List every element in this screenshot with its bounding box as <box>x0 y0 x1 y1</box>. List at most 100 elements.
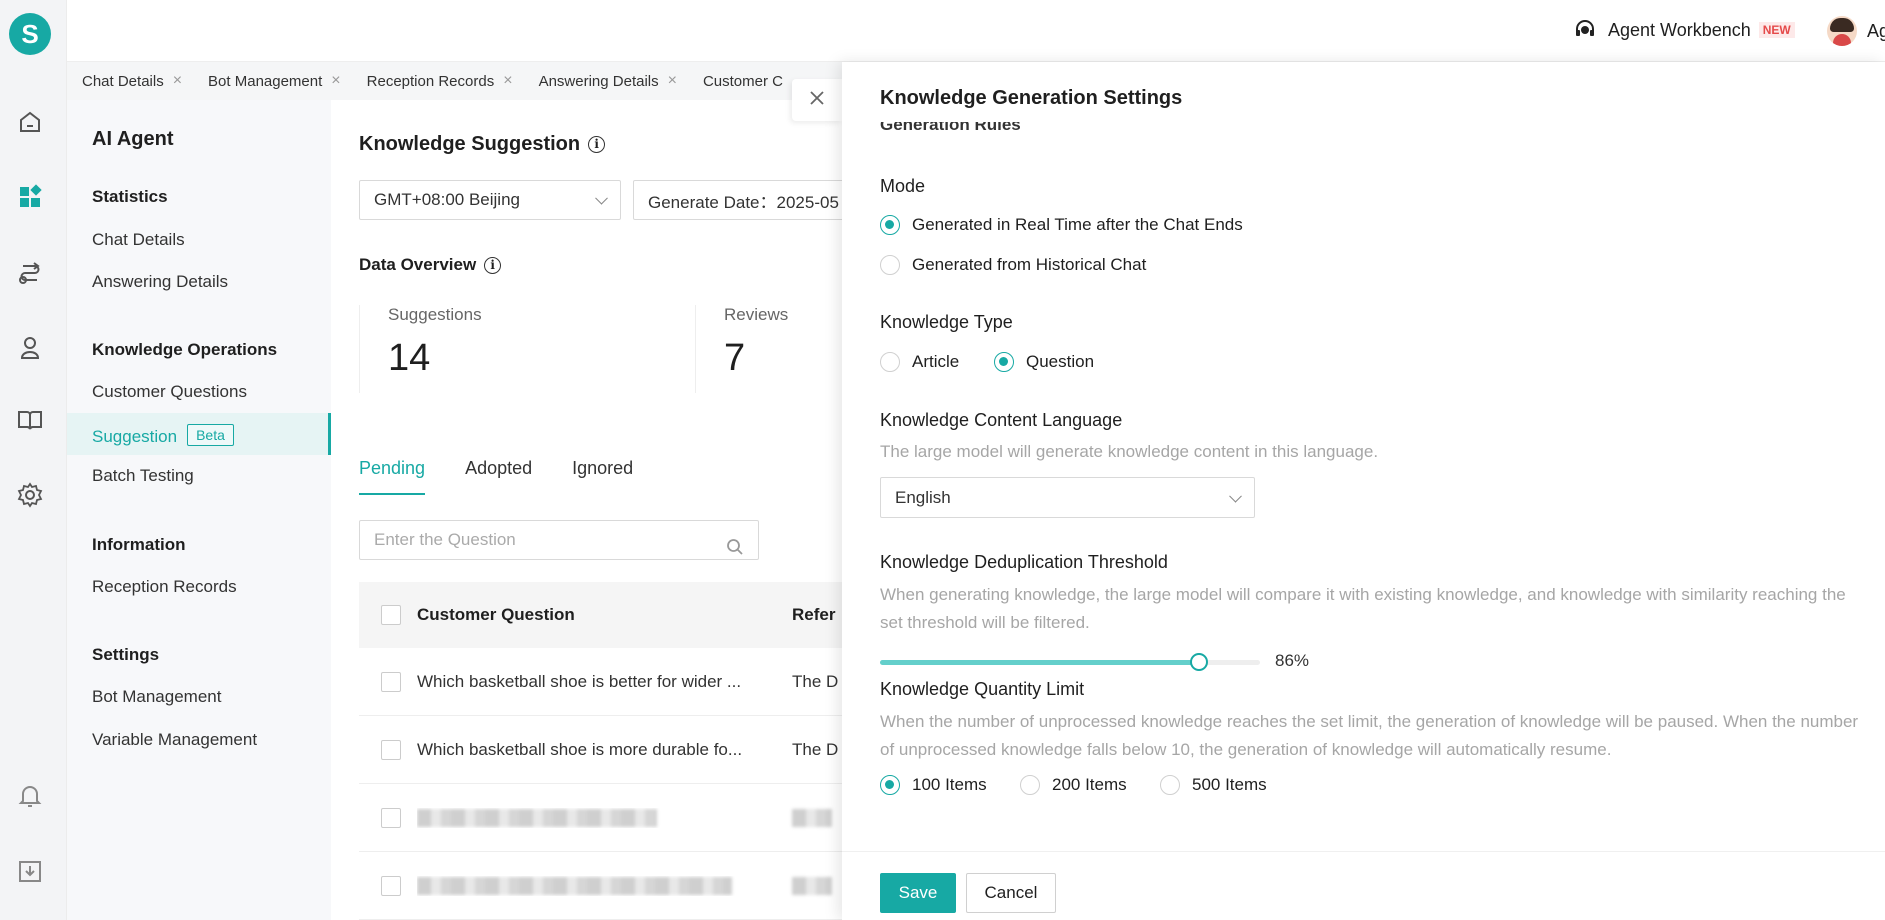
radio-circle <box>1160 775 1180 795</box>
column-customer-question: Customer Question <box>417 605 575 624</box>
close-icon[interactable]: × <box>503 72 512 90</box>
content-language-label: Knowledge Content Language <box>880 410 1123 430</box>
timezone-select[interactable]: GMT+08:00 Beijing <box>359 180 621 220</box>
row-reference-redacted <box>792 876 832 896</box>
radio-label: 100 Items <box>912 775 987 794</box>
stat-value: 7 <box>724 337 746 379</box>
timezone-value: GMT+08:00 Beijing <box>374 190 520 209</box>
question-search-input[interactable]: Enter the Question <box>359 520 759 560</box>
radio-label: Generated in Real Time after the Chat En… <box>912 215 1243 234</box>
status-tabs: Pending Adopted Ignored <box>359 458 673 495</box>
nav-item-customer-questions[interactable]: Customer Questions <box>92 382 247 402</box>
tab-customer-questions[interactable]: Customer C <box>703 73 783 90</box>
table-row[interactable]: Which basketball shoe is better for wide… <box>359 648 851 716</box>
table-row[interactable] <box>359 784 851 852</box>
row-question: Which basketball shoe is more durable fo… <box>417 739 743 759</box>
main-content: Knowledge Suggestion i GMT+08:00 Beijing … <box>331 100 851 920</box>
nav-item-answering-details[interactable]: Answering Details <box>92 272 228 292</box>
quantity-radio-100[interactable]: 100 Items <box>880 775 987 795</box>
mode-radio-realtime[interactable]: Generated in Real Time after the Chat En… <box>880 215 1243 235</box>
tab-pending[interactable]: Pending <box>359 458 426 495</box>
nav-item-suggestion[interactable]: Suggestion Beta <box>92 424 234 447</box>
cancel-button[interactable]: Cancel <box>966 873 1056 913</box>
stat-label: Suggestions <box>388 305 482 324</box>
nav-item-chat-details[interactable]: Chat Details <box>92 230 185 250</box>
row-question-redacted <box>417 876 752 896</box>
table-row[interactable]: Which basketball shoe is more durable fo… <box>359 716 851 784</box>
download-icon[interactable] <box>15 856 45 886</box>
nav-item-batch-testing[interactable]: Batch Testing <box>92 466 194 486</box>
drawer-close-button[interactable] <box>792 79 842 121</box>
info-icon[interactable]: i <box>588 136 606 153</box>
redacted-text <box>417 877 732 896</box>
flow-icon[interactable] <box>15 258 45 288</box>
radio-circle <box>1020 775 1040 795</box>
tab-chat-details[interactable]: Chat Details × <box>82 72 182 90</box>
radio-circle <box>880 775 900 795</box>
info-icon[interactable]: i <box>484 256 502 274</box>
nav-section-information: Information <box>92 535 186 554</box>
slider-handle[interactable] <box>1190 653 1208 671</box>
dedup-threshold-slider[interactable] <box>880 653 1260 671</box>
select-all-checkbox[interactable] <box>381 605 401 625</box>
type-radio-article[interactable]: Article <box>880 352 959 372</box>
generate-date-value: Generate Date：2025-05 <box>648 192 839 212</box>
close-icon[interactable]: × <box>668 72 677 90</box>
bell-icon[interactable] <box>15 780 45 810</box>
close-icon <box>808 89 826 112</box>
save-button[interactable]: Save <box>880 873 956 913</box>
tab-adopted[interactable]: Adopted <box>465 458 532 495</box>
radio-circle <box>880 215 900 235</box>
nav-item-variable-management[interactable]: Variable Management <box>92 730 257 750</box>
language-select[interactable]: English <box>880 477 1255 518</box>
headset-icon <box>1574 19 1596 41</box>
close-icon[interactable]: × <box>173 72 182 90</box>
tab-reception-records[interactable]: Reception Records × <box>367 72 513 90</box>
close-icon[interactable]: × <box>331 72 340 90</box>
radio-label: 200 Items <box>1052 775 1127 794</box>
tab-bot-management[interactable]: Bot Management × <box>208 72 341 90</box>
section-heading-generation-rules: Generation Rules <box>880 122 1021 134</box>
app-logo[interactable]: S <box>9 13 51 55</box>
type-radio-question[interactable]: Question <box>994 352 1094 372</box>
quantity-radio-200[interactable]: 200 Items <box>1020 775 1127 795</box>
table-header: Customer Question Refer <box>359 582 851 648</box>
knowledge-generation-settings-drawer: Knowledge Generation Settings Generation… <box>842 62 1885 920</box>
nav-title: AI Agent <box>92 128 174 150</box>
dedup-threshold-help: When generating knowledge, the large mod… <box>880 585 1846 632</box>
row-checkbox[interactable] <box>381 807 401 828</box>
book-icon[interactable] <box>15 405 45 435</box>
gear-icon[interactable] <box>15 480 45 510</box>
row-checkbox[interactable] <box>381 739 401 760</box>
search-placeholder: Enter the Question <box>374 530 516 549</box>
page-title-text: Knowledge Suggestion <box>359 133 581 155</box>
tab-ignored[interactable]: Ignored <box>572 458 633 495</box>
home-icon[interactable] <box>15 107 45 137</box>
row-question: Which basketball shoe is better for wide… <box>417 671 742 691</box>
radio-label: Article <box>912 352 960 371</box>
avatar <box>1827 16 1857 46</box>
chevron-down-icon <box>1229 489 1242 503</box>
nav-item-bot-management[interactable]: Bot Management <box>92 687 221 707</box>
dashboard-icon[interactable] <box>15 182 45 212</box>
top-bar: Agent Workbench NEW Agent ▼ <box>67 0 1885 62</box>
nav-item-reception-records[interactable]: Reception Records <box>92 577 237 597</box>
page-title: Knowledge Suggestion i <box>359 133 606 156</box>
overview-title-text: Data Overview <box>359 255 477 274</box>
nav-section-settings: Settings <box>92 645 160 664</box>
radio-circle <box>994 352 1014 372</box>
search-icon[interactable] <box>726 532 744 570</box>
generate-date-picker[interactable]: Generate Date：2025-05 <box>633 180 851 220</box>
tab-answering-details[interactable]: Answering Details × <box>539 72 677 90</box>
agent-icon[interactable] <box>15 333 45 363</box>
mode-radio-historical[interactable]: Generated from Historical Chat <box>880 255 1146 275</box>
row-checkbox[interactable] <box>381 671 401 692</box>
row-checkbox[interactable] <box>381 875 401 896</box>
quantity-limit-help: When the number of unprocessed knowledge… <box>880 712 1859 759</box>
redacted-text <box>792 877 832 896</box>
table-row[interactable] <box>359 852 851 920</box>
agent-workbench-link[interactable]: Agent Workbench NEW <box>1574 19 1795 41</box>
quantity-radio-500[interactable]: 500 Items <box>1160 775 1267 795</box>
user-menu[interactable]: Agent ▼ <box>1827 16 1885 46</box>
redacted-text <box>417 809 657 828</box>
